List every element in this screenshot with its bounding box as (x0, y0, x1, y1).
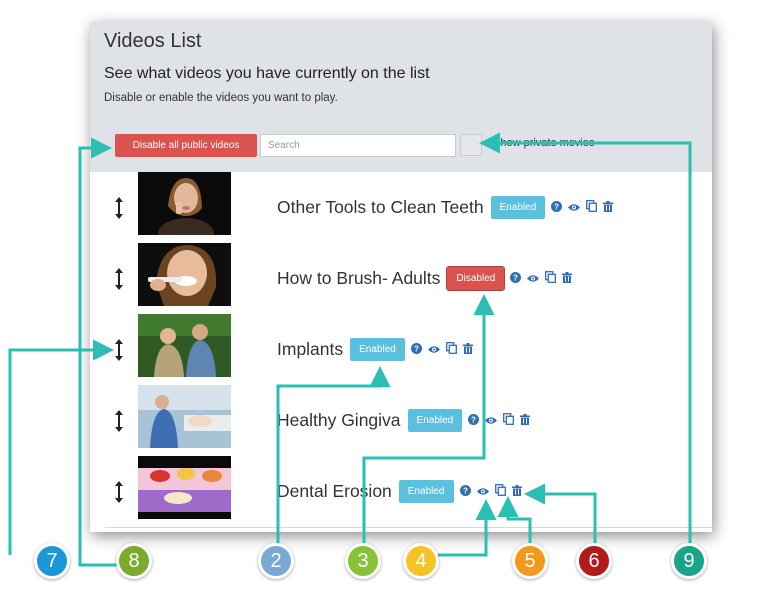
drag-handle-icon[interactable] (114, 338, 124, 362)
list-item: Dental Erosion Enabled ? (105, 456, 712, 528)
callout-4: 4 (403, 543, 439, 579)
panel-header: Videos List See what videos you have cur… (90, 22, 712, 172)
callout-6-label: 6 (588, 550, 600, 572)
callout-5: 5 (512, 543, 548, 579)
trash-icon[interactable] (520, 412, 531, 430)
list-item: Healthy Gingiva Enabled ? (105, 385, 712, 457)
help-icon[interactable]: ? (551, 199, 563, 217)
callout-8: 8 (116, 543, 152, 579)
eye-icon[interactable] (476, 483, 489, 501)
show-private-movies-label: Show private movies (493, 137, 595, 149)
trash-icon[interactable] (511, 483, 522, 501)
trash-icon[interactable] (603, 199, 614, 217)
callout-6: 6 (576, 543, 612, 579)
trash-icon[interactable] (462, 341, 473, 359)
video-title: Dental Erosion (277, 481, 392, 501)
video-thumbnail (138, 314, 231, 377)
svg-text:?: ? (513, 273, 518, 282)
copy-icon[interactable] (503, 412, 515, 430)
svg-text:?: ? (463, 486, 468, 495)
disable-all-public-videos-button[interactable]: Disable all public videos (115, 134, 257, 157)
page-description: Disable or enable the videos you want to… (104, 92, 338, 104)
help-icon[interactable]: ? (468, 412, 480, 430)
video-title: Implants (277, 339, 344, 359)
status-toggle-button[interactable]: Enabled (407, 409, 463, 432)
drag-handle-icon[interactable] (114, 480, 124, 504)
show-private-movies-toggle[interactable] (460, 134, 482, 156)
callout-5-label: 5 (524, 550, 536, 572)
video-title: How to Brush- Adults (277, 268, 441, 288)
copy-icon[interactable] (494, 483, 506, 501)
help-icon[interactable]: ? (510, 270, 522, 288)
video-thumbnail (138, 172, 231, 235)
callout-3: 3 (345, 543, 381, 579)
svg-text:?: ? (414, 344, 419, 353)
search-input[interactable] (260, 134, 456, 157)
callout-2: 2 (258, 543, 294, 579)
video-title: Other Tools to Clean Teeth (277, 197, 484, 217)
drag-handle-icon[interactable] (114, 196, 124, 220)
callout-9: 9 (671, 543, 707, 579)
page-subtitle: See what videos you have currently on th… (104, 65, 430, 82)
callout-2-label: 2 (270, 550, 282, 572)
eye-icon[interactable] (485, 412, 498, 430)
eye-icon[interactable] (427, 341, 440, 359)
callout-8-label: 8 (128, 550, 140, 572)
list-item: Implants Enabled ? (105, 314, 712, 386)
videos-list-panel: Videos List See what videos you have cur… (90, 22, 712, 532)
video-thumbnail (138, 456, 231, 519)
status-toggle-button[interactable]: Disabled (446, 266, 506, 291)
callout-7-label: 7 (46, 550, 58, 572)
status-toggle-button[interactable]: Enabled (490, 196, 546, 219)
callout-7: 7 (34, 543, 70, 579)
status-toggle-button[interactable]: Enabled (398, 480, 454, 503)
eye-icon[interactable] (527, 270, 540, 288)
svg-text:?: ? (554, 202, 559, 211)
callout-4-label: 4 (415, 550, 427, 572)
list-item: Other Tools to Clean Teeth Enabled ? (105, 172, 712, 244)
video-thumbnail (138, 385, 231, 448)
drag-handle-icon[interactable] (114, 409, 124, 433)
copy-icon[interactable] (586, 199, 598, 217)
video-thumbnail (138, 243, 231, 306)
list-item: How to Brush- Adults Disabled ? (105, 243, 712, 315)
status-toggle-button[interactable]: Enabled (350, 338, 405, 361)
svg-text:?: ? (471, 415, 476, 424)
video-title: Healthy Gingiva (277, 410, 401, 430)
callout-3-label: 3 (357, 550, 369, 572)
help-icon[interactable]: ? (459, 483, 471, 501)
page-title: Videos List (104, 30, 202, 52)
drag-handle-icon[interactable] (114, 267, 124, 291)
eye-icon[interactable] (568, 199, 581, 217)
copy-icon[interactable] (445, 341, 457, 359)
callout-9-label: 9 (683, 550, 695, 572)
help-icon[interactable]: ? (410, 341, 422, 359)
trash-icon[interactable] (562, 270, 573, 288)
copy-icon[interactable] (545, 270, 557, 288)
